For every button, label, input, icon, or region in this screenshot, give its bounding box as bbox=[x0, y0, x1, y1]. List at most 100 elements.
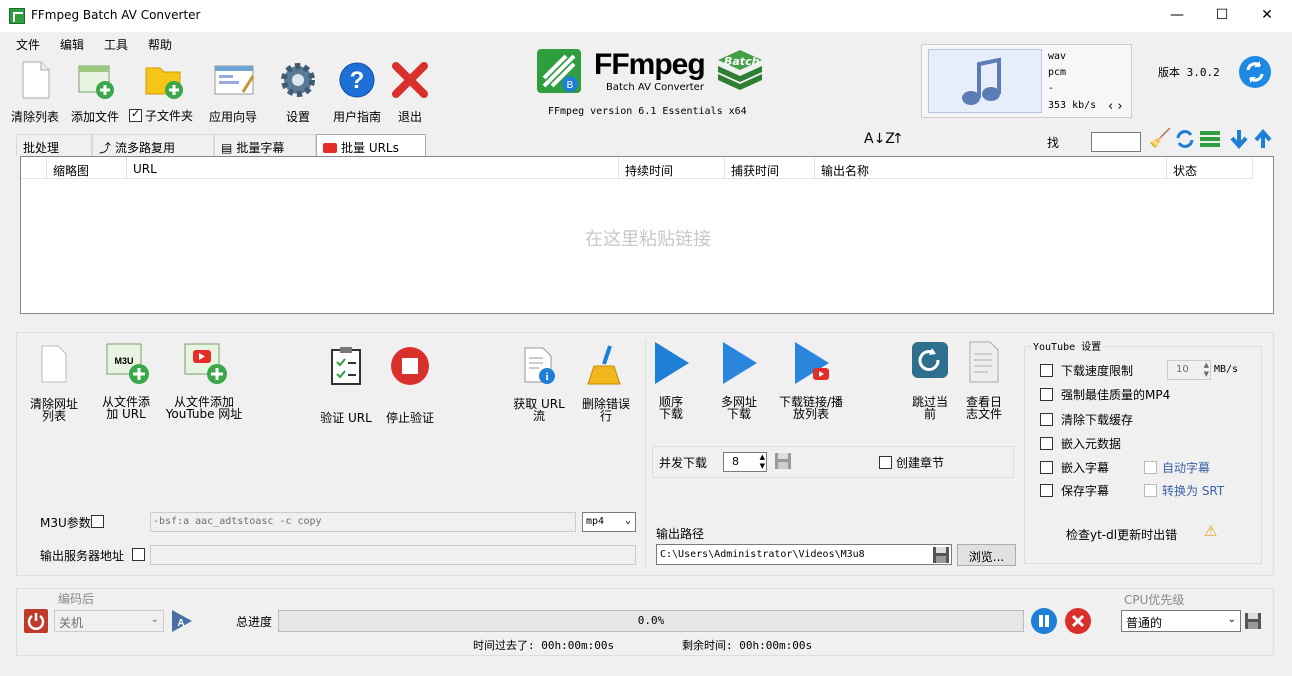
cancel-icon[interactable] bbox=[1064, 607, 1092, 635]
media-nav-arrows[interactable]: ‹ › bbox=[1108, 99, 1123, 114]
menu-help[interactable]: 帮助 bbox=[148, 36, 172, 53]
svg-text:A: A bbox=[177, 618, 184, 629]
speed-limit-value: 10 bbox=[1176, 364, 1189, 375]
get-url-stream-button[interactable]: i 获取 URL 流 bbox=[508, 346, 570, 422]
column-header-output-name[interactable]: 输出名称 bbox=[815, 157, 1167, 179]
speed-limit-row[interactable]: 下载速度限制 bbox=[1040, 362, 1133, 379]
close-button[interactable]: ✕ bbox=[1244, 0, 1290, 30]
clear-cache-row[interactable]: 清除下载缓存 bbox=[1040, 411, 1133, 428]
maximize-button[interactable]: ☐ bbox=[1199, 0, 1245, 30]
tab-batch[interactable]: 批处理 bbox=[16, 134, 92, 156]
clear-cache-checkbox[interactable] bbox=[1040, 413, 1053, 426]
add-url-from-file-button[interactable]: M3U 从文件添 加 URL bbox=[96, 342, 156, 420]
auto-subs-checkbox[interactable] bbox=[1144, 461, 1157, 474]
paste-links-placeholder: 在这里粘贴链接 bbox=[585, 229, 711, 250]
batch-stack-icon bbox=[714, 46, 766, 96]
sort-za-icon[interactable]: ↑ bbox=[892, 131, 904, 147]
reload-icon[interactable] bbox=[1174, 128, 1196, 150]
tab-subtitles[interactable]: ▤ 批量字幕 bbox=[214, 134, 316, 156]
search-input[interactable] bbox=[1091, 132, 1141, 152]
column-header-url[interactable]: URL bbox=[127, 157, 619, 179]
logo-subtitle: Batch AV Converter bbox=[606, 82, 704, 93]
broom-icon[interactable]: 🧹 bbox=[1149, 128, 1171, 149]
multi-url-download-button[interactable]: 多网址 下载 bbox=[710, 340, 768, 420]
m3u-params-input[interactable]: -bsf:a aac_adtstoasc -c copy bbox=[150, 512, 576, 532]
convert-srt-checkbox[interactable] bbox=[1144, 484, 1157, 497]
save-subs-row[interactable]: 保存字幕 bbox=[1040, 482, 1109, 499]
view-log-button[interactable]: 查看日 志文件 bbox=[958, 340, 1010, 420]
sort-az-icon[interactable]: A↓Z bbox=[864, 131, 895, 147]
output-server-checkbox[interactable] bbox=[132, 548, 145, 561]
power-icon[interactable] bbox=[23, 608, 49, 634]
menu-edit[interactable]: 编辑 bbox=[60, 36, 84, 53]
sequential-download-button[interactable]: 顺序 下载 bbox=[642, 340, 700, 420]
create-chapters-check[interactable] bbox=[879, 456, 892, 469]
sequential-label-2: 下载 bbox=[658, 407, 683, 421]
save-icon[interactable] bbox=[932, 546, 950, 564]
force-mp4-checkbox[interactable] bbox=[1040, 388, 1053, 401]
url-grid[interactable]: 缩略图 URL 持续时间 捕获时间 输出名称 状态 在这里粘贴链接 bbox=[20, 156, 1274, 314]
refresh-icon[interactable] bbox=[1238, 55, 1272, 89]
save-icon[interactable] bbox=[774, 452, 792, 470]
tab-mux[interactable]: ⤴ 流多路复用 bbox=[92, 134, 214, 156]
add-files-button[interactable]: 添加文件 bbox=[60, 56, 130, 126]
auto-subs-row[interactable]: 自动字幕 bbox=[1144, 459, 1210, 476]
after-encode-label: 编码后 bbox=[58, 592, 95, 606]
minimize-button[interactable]: — bbox=[1154, 0, 1200, 30]
list-icon[interactable] bbox=[1200, 130, 1220, 148]
add-file-icon bbox=[75, 60, 115, 100]
subfolders-check[interactable]: ✓ bbox=[129, 107, 142, 122]
concurrent-spinner[interactable]: 8 ▲ ▼ bbox=[723, 452, 767, 472]
cpu-priority-value: 普通的 bbox=[1126, 616, 1163, 630]
column-header-thumbnail[interactable]: 缩略图 bbox=[47, 157, 127, 179]
speed-limit-label: 下载速度限制 bbox=[1061, 364, 1134, 378]
language-icon[interactable]: A bbox=[170, 608, 194, 634]
speed-limit-checkbox[interactable] bbox=[1040, 364, 1053, 377]
move-up-icon[interactable] bbox=[1253, 128, 1273, 150]
spinner-arrows-icon[interactable]: ▲ ▼ bbox=[1204, 361, 1209, 379]
output-path-input[interactable]: C:\Users\Administrator\Videos\M3u8 bbox=[656, 544, 952, 565]
embed-meta-checkbox[interactable] bbox=[1040, 437, 1053, 450]
tab-urls[interactable]: 批量 URLs bbox=[316, 134, 426, 157]
embed-subs-checkbox[interactable] bbox=[1040, 461, 1053, 474]
embed-subs-row[interactable]: 嵌入字幕 bbox=[1040, 459, 1109, 476]
total-progress-label: 总进度 bbox=[236, 615, 273, 629]
menu-file[interactable]: 文件 bbox=[16, 36, 40, 53]
after-encode-select[interactable]: 关机 ⌄ bbox=[54, 610, 164, 632]
m3u-format-select[interactable]: mp4 ⌄ bbox=[582, 512, 636, 532]
spinner-arrows-icon[interactable]: ▲ ▼ bbox=[760, 453, 765, 471]
menu-tools[interactable]: 工具 bbox=[104, 36, 128, 53]
skip-current-button[interactable]: 跳过当 前 bbox=[906, 340, 954, 420]
embed-meta-row[interactable]: 嵌入元数据 bbox=[1040, 435, 1121, 452]
play-icon bbox=[651, 340, 691, 386]
column-header-select[interactable] bbox=[21, 157, 47, 179]
speed-limit-input[interactable]: 10 ▲ ▼ bbox=[1167, 360, 1211, 380]
cpu-priority-select[interactable]: 普通的 ⌄ bbox=[1121, 610, 1241, 632]
convert-srt-row[interactable]: 转换为 SRT bbox=[1144, 482, 1224, 499]
output-server-input[interactable] bbox=[150, 545, 636, 565]
exit-button[interactable]: 退出 bbox=[375, 56, 445, 126]
force-mp4-row[interactable]: 强制最佳质量的MP4 bbox=[1040, 386, 1170, 403]
clear-url-list-button[interactable]: 清除网址 列表 bbox=[24, 344, 84, 422]
m3u-params-checkbox[interactable] bbox=[91, 515, 104, 528]
column-header-status[interactable]: 状态 bbox=[1167, 157, 1253, 179]
pause-icon[interactable] bbox=[1030, 607, 1058, 635]
save-subs-checkbox[interactable] bbox=[1040, 484, 1053, 497]
validate-url-button[interactable]: 验证 URL bbox=[316, 346, 376, 424]
download-playlist-button[interactable]: 下载链接/播 放列表 bbox=[774, 340, 848, 420]
column-header-duration[interactable]: 持续时间 bbox=[619, 157, 725, 179]
browse-button[interactable]: 浏览... bbox=[957, 544, 1016, 566]
add-youtube-from-file-button[interactable]: 从文件添加 YouTube 网址 bbox=[162, 342, 246, 420]
elapsed-time: 时间过去了: 00h:00m:00s bbox=[473, 639, 615, 652]
stop-validate-button[interactable]: 停止验证 bbox=[380, 346, 440, 424]
create-chapters-checkbox[interactable]: 创建章节 bbox=[879, 454, 944, 471]
move-down-icon[interactable] bbox=[1229, 128, 1249, 150]
delete-error-rows-button[interactable]: 删除错误 行 bbox=[576, 344, 636, 422]
wizard-button[interactable]: 应用向导 bbox=[198, 56, 268, 126]
save-icon[interactable] bbox=[1244, 612, 1262, 630]
folder-add-icon[interactable] bbox=[144, 60, 184, 100]
title-bar: FFmpeg Batch AV Converter — ☐ ✕ bbox=[0, 0, 1292, 32]
skip-icon bbox=[910, 340, 950, 384]
column-header-capture-time[interactable]: 捕获时间 bbox=[725, 157, 815, 179]
subfolders-checkbox[interactable]: ✓ 子文件夹 bbox=[129, 107, 193, 124]
